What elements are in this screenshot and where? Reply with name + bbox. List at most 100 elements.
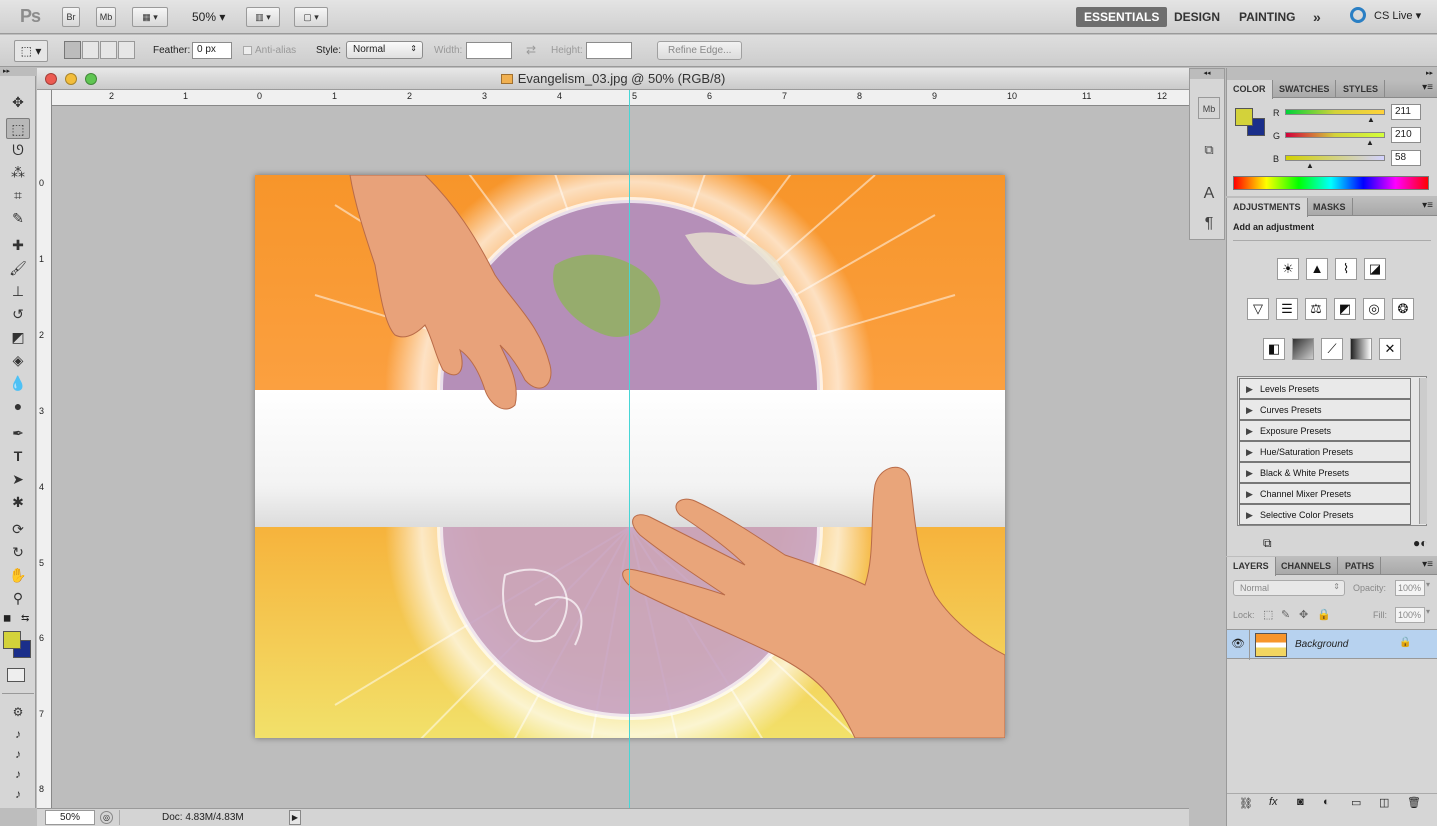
status-info-icon[interactable]: ◎ (100, 811, 113, 824)
lock-position-icon[interactable]: ✥ (1299, 608, 1308, 621)
new-adjustment-layer-icon[interactable]: ◐ (1323, 796, 1330, 808)
exposure-icon[interactable]: ◪ (1364, 258, 1386, 280)
status-zoom-field[interactable]: 50% (45, 810, 95, 825)
3d-orbit-tool-icon[interactable]: ↻ (6, 542, 30, 563)
clip-to-layer-icon[interactable]: ⧉ (1263, 536, 1272, 551)
photo-filter-icon[interactable]: ◎ (1363, 298, 1385, 320)
swap-dimensions-icon[interactable]: ⇄ (526, 43, 536, 57)
window-zoom-button[interactable] (85, 73, 97, 85)
presets-scrollbar[interactable] (1419, 378, 1427, 524)
quick-mask-icon[interactable] (7, 668, 25, 682)
screen-mode-button[interactable]: ▢ ▾ (294, 7, 328, 27)
gradient-map-icon[interactable] (1350, 338, 1372, 360)
panel-menu-icon[interactable]: ▾≡ (1422, 82, 1433, 93)
character-style-icon[interactable]: ♪ (6, 744, 30, 765)
color-balance-icon[interactable]: ⚖ (1305, 298, 1327, 320)
bridge-button[interactable]: Br (62, 7, 80, 27)
opacity-dropdown-icon[interactable]: ▾ (1426, 580, 1430, 589)
g-value-input[interactable]: 210 (1391, 127, 1421, 143)
notes-icon[interactable]: ♪ (6, 764, 30, 785)
quick-selection-tool-icon[interactable]: ⁂ (6, 162, 30, 183)
lasso-tool-icon[interactable]: ᘎ (6, 140, 30, 161)
default-colors-icon[interactable]: ◼ (3, 613, 11, 624)
tab-swatches[interactable]: SWATCHES (1273, 80, 1337, 98)
window-minimize-button[interactable] (65, 73, 77, 85)
workspace-painting[interactable]: PAINTING (1231, 7, 1303, 27)
width-input[interactable] (466, 42, 512, 59)
character-panel-icon[interactable]: A (1198, 183, 1220, 205)
intersect-selection-icon[interactable] (118, 41, 135, 59)
fill-input[interactable]: 100% (1395, 607, 1425, 623)
blur-tool-icon[interactable]: 💧 (6, 373, 30, 394)
adjustments-menu-icon[interactable]: ▾≡ (1422, 200, 1433, 211)
eraser-tool-icon[interactable]: ◩ (6, 327, 30, 348)
lock-pixels-icon[interactable]: ✎ (1281, 608, 1290, 621)
rectangular-marquee-tool-icon[interactable]: ⬚ (6, 118, 30, 139)
r-value-input[interactable]: 211 (1391, 104, 1421, 120)
feather-input[interactable]: 0 px (192, 42, 232, 59)
cs-live-menu[interactable]: CS Live ▾ (1374, 9, 1421, 22)
refine-edge-button[interactable]: Refine Edge... (657, 41, 743, 60)
tab-layers[interactable]: LAYERS (1227, 557, 1276, 576)
lock-all-icon[interactable]: 🔒 (1317, 608, 1331, 621)
settings-gear-icon[interactable]: ⚙ (6, 702, 30, 723)
brightness-contrast-icon[interactable]: ☀ (1277, 258, 1299, 280)
color-spectrum-bar[interactable] (1233, 176, 1429, 190)
tab-masks[interactable]: MASKS (1307, 198, 1353, 216)
type-tool-icon[interactable]: T (6, 446, 30, 467)
tool-preset-picker[interactable]: ⬚ ▾ (14, 40, 48, 62)
paint-bucket-tool-icon[interactable]: ◈ (6, 350, 30, 371)
zoom-level-dropdown[interactable]: 50% ▾ (192, 10, 225, 24)
custom-shape-tool-icon[interactable]: ✱ (6, 492, 30, 513)
lock-transparency-icon[interactable]: ⬚ (1263, 608, 1273, 621)
hand-tool-icon[interactable]: ✋ (6, 565, 30, 586)
eyedropper-tool-icon[interactable]: ✎ (6, 208, 30, 229)
path-selection-tool-icon[interactable]: ➤ (6, 469, 30, 490)
crop-tool-icon[interactable]: ⌗ (6, 185, 30, 206)
channel-mixer-icon[interactable]: ❂ (1392, 298, 1414, 320)
subtract-selection-icon[interactable] (100, 41, 117, 59)
vibrance-icon[interactable]: ▽ (1247, 298, 1269, 320)
preset-selective-color[interactable]: ▶ Selective Color Presets (1239, 504, 1411, 525)
style-select[interactable]: Normal ⇕ (346, 41, 423, 59)
selective-color-icon[interactable]: ✕ (1379, 338, 1401, 360)
new-selection-icon[interactable] (64, 41, 81, 59)
preset-exposure[interactable]: ▶ Exposure Presets (1239, 420, 1411, 441)
levels-icon[interactable]: ▲ (1306, 258, 1328, 280)
workspace-essentials[interactable]: ESSENTIALS (1076, 7, 1168, 27)
move-tool-icon[interactable]: ✥ (6, 92, 30, 113)
new-group-icon[interactable]: ▭ (1351, 796, 1361, 809)
height-input[interactable] (586, 42, 632, 59)
paragraph-style-icon[interactable]: ♪ (6, 724, 30, 745)
window-close-button[interactable] (45, 73, 57, 85)
history-brush-tool-icon[interactable]: ↺ (6, 304, 30, 325)
hue-saturation-icon[interactable]: ☰ (1276, 298, 1298, 320)
vertical-ruler[interactable]: 0 1 2 3 4 5 6 7 8 (37, 90, 52, 808)
brush-tool-icon[interactable]: 🖌 (6, 258, 30, 279)
document-canvas[interactable] (255, 175, 1005, 738)
view-extras-button[interactable]: ▦ ▾ (132, 7, 168, 27)
link-layers-icon[interactable]: ⛓ (1239, 797, 1253, 810)
workspace-design[interactable]: DESIGN (1166, 7, 1228, 27)
layer-style-icon[interactable]: fx (1269, 796, 1278, 808)
new-layer-icon[interactable]: ◫ (1379, 796, 1389, 809)
document-title-bar[interactable]: Evangelism_03.jpg @ 50% (RGB/8) (37, 68, 1189, 90)
clone-source-icon[interactable]: ♪ (6, 784, 30, 805)
preset-levels[interactable]: ▶ Levels Presets (1239, 378, 1411, 399)
healing-brush-tool-icon[interactable]: ✚ (6, 235, 30, 256)
anti-alias-checkbox[interactable] (243, 46, 252, 55)
b-slider[interactable] (1285, 155, 1385, 161)
tab-styles[interactable]: STYLES (1337, 80, 1386, 98)
preset-black-white[interactable]: ▶ Black & White Presets (1239, 462, 1411, 483)
foreground-color-swatch[interactable] (3, 631, 21, 649)
status-menu-arrow-icon[interactable]: ▶ (289, 810, 301, 825)
preset-hue-saturation[interactable]: ▶ Hue/Saturation Presets (1239, 441, 1411, 462)
preset-channel-mixer[interactable]: ▶ Channel Mixer Presets (1239, 483, 1411, 504)
fill-dropdown-icon[interactable]: ▾ (1426, 607, 1430, 616)
more-workspaces-icon[interactable]: » (1305, 7, 1329, 27)
layers-menu-icon[interactable]: ▾≡ (1422, 559, 1433, 570)
vertical-guide[interactable] (629, 90, 630, 808)
swap-colors-icon[interactable]: ⇆ (21, 613, 29, 624)
add-selection-icon[interactable] (82, 41, 99, 59)
zoom-tool-icon[interactable]: ⚲ (6, 588, 30, 609)
